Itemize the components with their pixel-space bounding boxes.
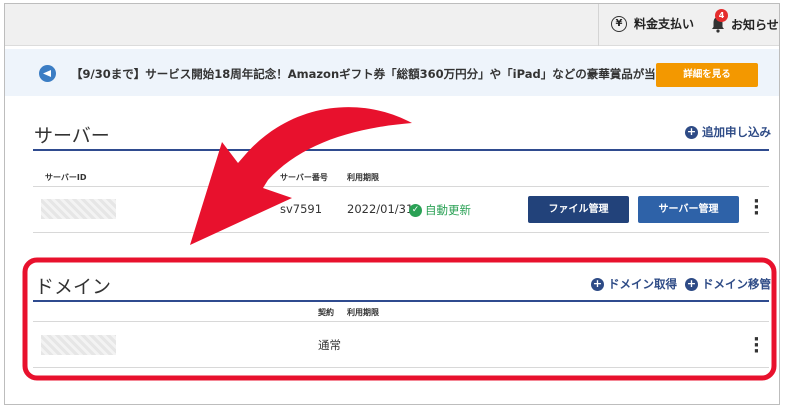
server-header-divider	[33, 186, 769, 187]
server-id-column-header: サーバーID	[45, 173, 87, 182]
payment-label: 料金支払い	[634, 17, 695, 31]
domain-contract-column-header: 契約	[318, 308, 334, 317]
domain-header-divider	[33, 321, 769, 322]
campaign-banner: 【9/30まで】サービス開始18周年記念！Amazonギフト券「総額360万円分…	[5, 49, 779, 96]
domain-period-column-header: 利用期限	[347, 308, 379, 317]
payment-link[interactable]: ¥ 料金支払い	[611, 15, 694, 32]
add-server-link[interactable]: + 追加申し込み	[685, 124, 771, 140]
notification-count-badge: 4	[715, 9, 728, 22]
server-row-divider	[33, 232, 769, 233]
server-id-redacted	[41, 199, 116, 219]
domain-row-divider	[33, 367, 769, 368]
file-manager-button[interactable]: ファイル管理	[528, 196, 629, 223]
server-section-rule	[33, 149, 769, 151]
notifications-link[interactable]: 4 お知らせ	[710, 9, 779, 33]
top-bar-divider	[598, 4, 599, 46]
domain-acquire-label: ドメイン取得	[608, 277, 677, 291]
megaphone-icon	[39, 65, 56, 82]
auto-renew-label: 自動更新	[425, 203, 471, 217]
plus-circle-icon: +	[685, 276, 698, 291]
domain-transfer-label: ドメイン移管	[702, 277, 771, 291]
app-window: ¥ 料金支払い 4 お知らせ 【9/30まで】サービス開始18周年記念！Amaz…	[4, 3, 780, 405]
domain-contract-value: 通常	[318, 338, 341, 352]
plus-circle-icon: +	[591, 276, 604, 291]
yen-icon: ¥	[611, 15, 627, 32]
server-period-value: 2022/01/31	[347, 202, 414, 216]
top-bar: ¥ 料金支払い 4 お知らせ	[5, 4, 779, 46]
domain-section-rule	[33, 300, 769, 302]
domain-acquire-link[interactable]: + ドメイン取得	[591, 276, 677, 292]
add-server-label: 追加申し込み	[702, 125, 771, 139]
server-number-value: sv7591	[280, 202, 323, 216]
domain-more-menu-icon[interactable]: · · ·	[753, 331, 760, 361]
domain-section-title: ドメイン	[35, 276, 112, 298]
campaign-details-button[interactable]: 詳細を見る	[656, 63, 758, 87]
server-more-menu-icon[interactable]: · · ·	[753, 193, 760, 223]
domain-transfer-link[interactable]: + ドメイン移管	[685, 276, 771, 292]
plus-circle-icon: +	[685, 124, 698, 139]
campaign-text: 【9/30まで】サービス開始18周年記念！Amazonギフト券「総額360万円分…	[71, 67, 725, 81]
server-period-column-header: 利用期限	[347, 173, 379, 182]
notifications-label: お知らせ	[731, 17, 779, 32]
auto-renew-status: ✓ 自動更新	[409, 202, 471, 218]
server-section-title: サーバー	[34, 125, 110, 147]
server-manager-button[interactable]: サーバー管理	[638, 196, 739, 223]
domain-name-redacted	[41, 335, 116, 355]
check-circle-icon: ✓	[409, 203, 422, 217]
server-number-column-header: サーバー番号	[280, 173, 328, 182]
bell-icon: 4	[710, 9, 728, 33]
